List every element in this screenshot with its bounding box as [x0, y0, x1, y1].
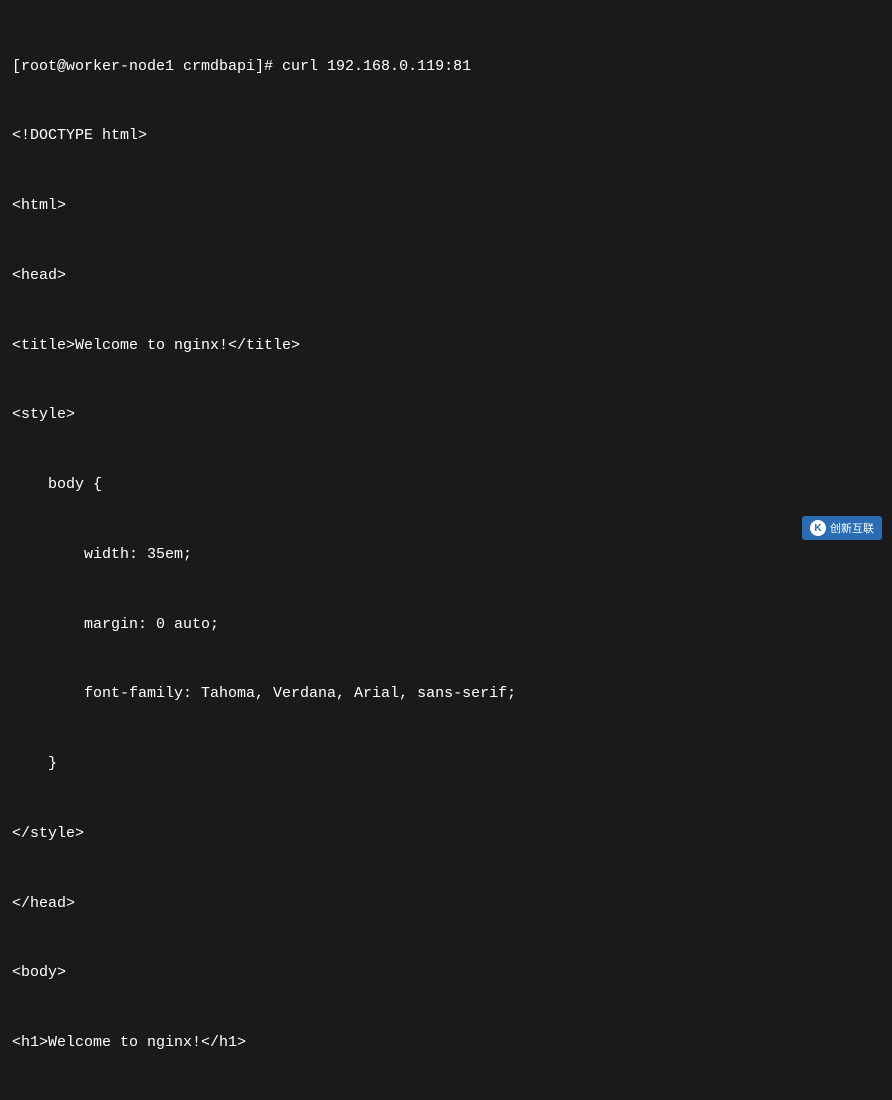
watermark-badge: K 创新互联: [802, 516, 882, 540]
width-line: width: 35em;: [12, 543, 880, 566]
h1-tag-line: <h1>Welcome to nginx!</h1>: [12, 1031, 880, 1054]
command-prompt-line: [root@worker-node1 crmdbapi]# curl 192.1…: [12, 55, 880, 78]
terminal-window: [root@worker-node1 crmdbapi]# curl 192.1…: [0, 0, 892, 550]
brace-close-line: }: [12, 752, 880, 775]
head-close-line: </head>: [12, 892, 880, 915]
title-tag-line: <title>Welcome to nginx!</title>: [12, 334, 880, 357]
terminal-output: [root@worker-node1 crmdbapi]# curl 192.1…: [0, 0, 892, 1100]
head-open-line: <head>: [12, 264, 880, 287]
margin-line: margin: 0 auto;: [12, 613, 880, 636]
body-open-line: <body>: [12, 961, 880, 984]
font-family-line: font-family: Tahoma, Verdana, Arial, san…: [12, 682, 880, 705]
watermark-text: 创新互联: [830, 520, 874, 536]
html-open-line: <html>: [12, 194, 880, 217]
body-rule-line: body {: [12, 473, 880, 496]
style-close-line: </style>: [12, 822, 880, 845]
doctype-line: <!DOCTYPE html>: [12, 124, 880, 147]
style-open-line: <style>: [12, 403, 880, 426]
watermark-icon: K: [810, 520, 826, 536]
